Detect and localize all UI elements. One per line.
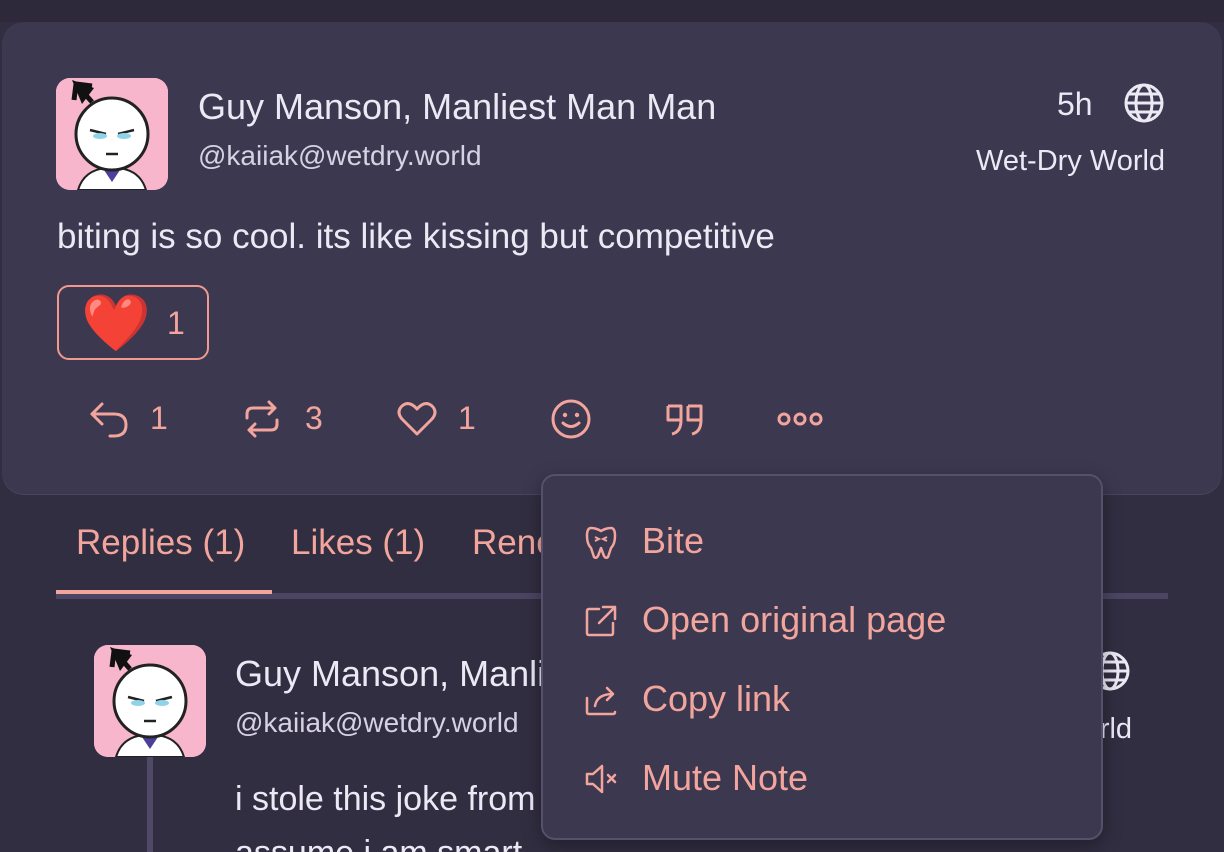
smile-icon: [551, 399, 591, 439]
tooth-icon: [585, 526, 617, 560]
more-dots-icon: [777, 412, 823, 426]
tab-replies[interactable]: Replies (1): [76, 523, 245, 563]
like-count: 1: [458, 400, 476, 436]
note-text: biting is so cool. its like kissing but …: [57, 217, 775, 256]
avatar[interactable]: [56, 78, 168, 190]
menu-item-open-original[interactable]: Open original page: [543, 583, 1103, 653]
menu-item-label: Open original page: [642, 599, 947, 640]
volume-mute-icon: [585, 764, 617, 794]
reply-text-line1: i stole this joke from: [235, 780, 536, 818]
menu-item-mute-note[interactable]: Mute Note: [543, 741, 1103, 811]
quote-button[interactable]: [664, 392, 708, 444]
note-actions: 1 3 1: [0, 392, 900, 444]
react-button[interactable]: [550, 392, 594, 444]
menu-item-label: Mute Note: [642, 757, 809, 798]
reply-count: 1: [150, 400, 168, 436]
top-strip: [0, 0, 1224, 22]
instance-name[interactable]: Wet-Dry World: [976, 145, 1165, 178]
heart-icon: [397, 402, 437, 436]
note-menu: Bite Open original page Copy link Mute N…: [541, 474, 1103, 840]
quote-icon: [666, 404, 703, 436]
reply-button[interactable]: 1: [88, 392, 188, 444]
menu-item-label: Copy link: [642, 678, 791, 719]
reaction-heart[interactable]: ❤️ 1: [57, 285, 209, 360]
reply-text-line2: assume i am smart: [235, 834, 522, 852]
author-name[interactable]: Guy Manson, Manliest Man Man: [198, 86, 716, 128]
tab-active-indicator: [56, 590, 272, 594]
menu-item-copy-link[interactable]: Copy link: [543, 662, 1103, 732]
menu-item-label: Bite: [642, 520, 705, 561]
globe-icon: [1124, 83, 1164, 123]
page: Guy Manson, Manliest Man Man @kaiiak@wet…: [0, 0, 1224, 852]
reply-avatar[interactable]: [94, 645, 206, 757]
external-link-icon: [585, 605, 617, 637]
thread-line: [147, 756, 153, 852]
reply-avatar-image: [94, 645, 206, 757]
renote-count: 3: [305, 400, 323, 436]
menu-item-bite[interactable]: Bite: [543, 504, 1103, 574]
heart-emoji: ❤️: [81, 291, 151, 354]
reply-author-handle[interactable]: @kaiiak@wetdry.world: [235, 707, 519, 739]
share-icon: [585, 686, 617, 716]
tab-likes[interactable]: Likes (1): [291, 523, 425, 563]
more-button[interactable]: [777, 392, 823, 444]
author-handle[interactable]: @kaiiak@wetdry.world: [198, 140, 482, 172]
renote-button[interactable]: 3: [241, 392, 341, 444]
post-time[interactable]: 5h: [1057, 86, 1093, 123]
avatar-image: [56, 78, 168, 190]
like-button[interactable]: 1: [396, 392, 496, 444]
renote-icon: [245, 400, 279, 438]
reaction-count: 1: [167, 305, 185, 341]
reply-icon: [90, 402, 128, 438]
